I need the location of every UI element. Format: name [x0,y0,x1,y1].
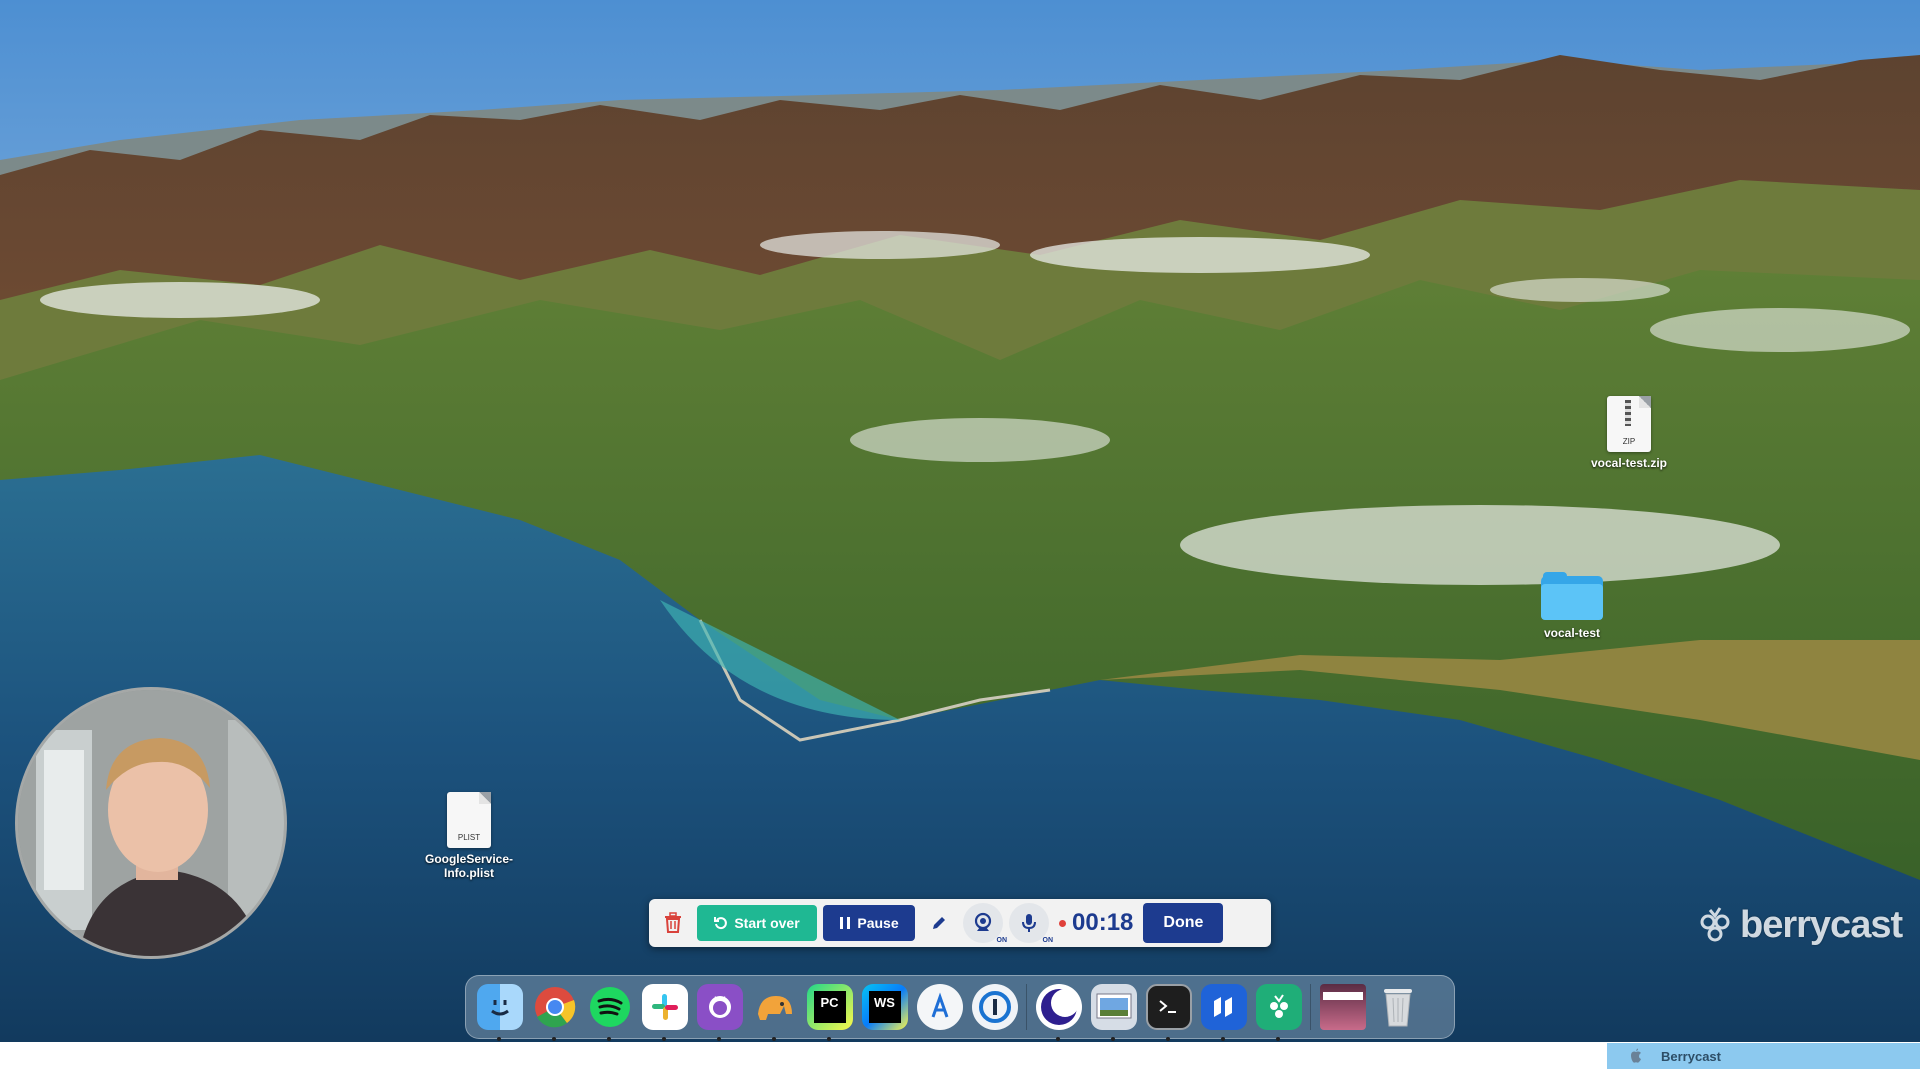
spotify-icon [587,984,633,1030]
recording-dot-icon [1059,919,1066,927]
webcam-icon [974,912,992,931]
desktop-folder-vocal-test[interactable]: vocal-test [1512,572,1632,640]
trash-icon [665,912,681,933]
dock-app-instruments[interactable] [912,980,967,1035]
running-indicator [772,1036,776,1041]
dock-separator [1310,984,1311,1030]
draw-tool-button[interactable] [921,905,957,941]
kanban-icon [1200,984,1247,1030]
active-app-bar[interactable]: Berrycast [1607,1043,1920,1069]
running-indicator [1276,1036,1280,1041]
dock-app-github-desktop[interactable] [692,980,747,1041]
folder-icon [1541,572,1603,620]
apple-icon [1631,1048,1641,1063]
desktop-file-label-line1: GoogleService- [424,852,514,866]
done-button[interactable]: Done [1143,903,1224,943]
dock: PC WS [465,975,1455,1041]
microphone-toggle[interactable]: ON [1009,903,1053,944]
night-owl-icon [1035,984,1082,1030]
dock-downloads-stack[interactable] [1315,980,1370,1035]
tableplus-elephant-icon [752,984,798,1030]
dock-app-berrycast[interactable] [1251,980,1306,1041]
running-indicator [1166,1036,1170,1041]
running-indicator [1111,1036,1115,1041]
pycharm-icon: PC [806,984,853,1030]
running-indicator [1056,1036,1060,1041]
trash-bin-icon [1375,984,1421,1030]
dock-app-slack[interactable] [637,980,692,1041]
pause-icon [840,917,851,929]
running-indicator [497,1036,501,1041]
running-indicator [1221,1036,1225,1041]
active-app-name: Berrycast [1661,1048,1721,1064]
start-over-button[interactable]: Start over [697,905,817,941]
mic-on-label: ON [1042,937,1054,944]
running-indicator [717,1036,721,1041]
recording-toolbar: Start over Pause ON ON 00:18 Done [649,899,1271,947]
webstorm-icon: WS [861,984,908,1030]
finder-icon [476,984,523,1030]
berry-logo-icon [1700,907,1730,942]
delete-recording-button[interactable] [655,905,691,941]
berrycast-watermark: berrycast [1696,902,1903,948]
zip-file-icon: ZIP [1607,396,1651,452]
preview-icon [1090,984,1137,1030]
restart-icon [714,917,728,930]
camera-on-label: ON [996,937,1008,944]
dock-trash[interactable] [1370,980,1425,1035]
dock-app-preview[interactable] [1086,980,1141,1041]
terminal-icon [1145,984,1192,1030]
recording-timer: 00:18 [1055,909,1137,937]
dock-app-terminal[interactable] [1141,980,1196,1041]
webcam-person-image [18,690,284,956]
pause-button[interactable]: Pause [823,905,915,941]
xcode-instruments-icon [916,984,963,1030]
wallpaper [0,0,1920,1042]
dock-separator [1026,984,1027,1030]
dock-app-1password[interactable] [967,980,1022,1035]
running-indicator [827,1036,831,1041]
dock-app-kanban[interactable] [1196,980,1251,1041]
start-over-label: Start over [734,915,800,931]
watermark-text: berrycast [1740,903,1903,946]
plist-file-icon: PLIST [447,792,491,848]
desktop-file-googleservice-plist[interactable]: PLIST GoogleService- Info.plist [409,792,529,880]
dock-app-finder[interactable] [472,980,527,1041]
desktop: ZIP vocal-test.zip vocal-test PLIST Goog… [0,0,1920,1042]
dock-app-chrome[interactable] [527,980,582,1041]
1password-icon [971,984,1018,1030]
timer-value: 00:18 [1072,909,1134,936]
dock-app-pycharm[interactable]: PC [802,980,857,1041]
dock-app-tableplus[interactable] [747,980,802,1041]
downloads-stack-icon [1319,984,1366,1030]
slack-icon [641,984,688,1030]
camera-toggle[interactable]: ON [963,903,1007,944]
github-desktop-icon [696,984,743,1030]
desktop-file-label-line2: Info.plist [444,866,494,880]
microphone-icon [1022,914,1036,932]
running-indicator [607,1036,611,1041]
berrycast-icon [1255,984,1302,1030]
dock-app-spotify[interactable] [582,980,637,1041]
running-indicator [552,1036,556,1041]
dock-app-night-owl[interactable] [1031,980,1086,1041]
done-label: Done [1163,914,1204,931]
pencil-icon [933,917,945,929]
pause-label: Pause [857,915,899,931]
desktop-folder-label: vocal-test [1543,626,1601,640]
desktop-file-vocal-test-zip[interactable]: ZIP vocal-test.zip [1569,396,1689,470]
dock-app-webstorm[interactable]: WS [857,980,912,1035]
webcam-preview-bubble[interactable] [15,687,287,959]
chrome-icon [532,984,578,1030]
desktop-file-label: vocal-test.zip [1590,456,1668,470]
running-indicator [662,1036,666,1041]
